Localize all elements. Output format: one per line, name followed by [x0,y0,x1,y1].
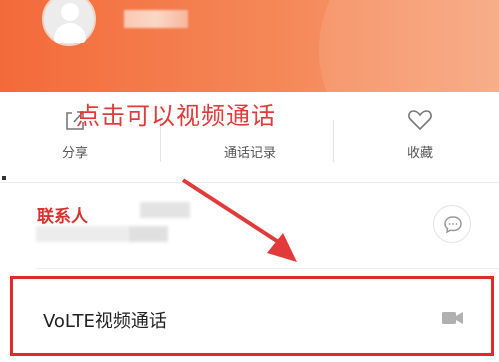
favorite-label: 收藏 [406,146,433,161]
video-camera-icon [441,309,465,331]
redacted-text [140,202,190,218]
heart-icon [407,108,433,136]
dot-marker [2,176,6,180]
volte-video-call-row[interactable]: VoLTE视频通话 [10,276,494,356]
annotation-contact-tag: 联系人 [37,207,88,227]
call-log-label: 通话记录 [223,146,276,161]
contact-name-redacted [124,10,188,28]
volte-label: VoLTE视频通话 [43,311,167,332]
user-avatar-icon[interactable] [42,0,96,46]
action-divider [333,120,334,162]
phone-number-redacted [128,226,168,242]
header-decoration [319,0,499,92]
annotation-tap-to-video-call: 点击可以视频通话 [76,102,276,130]
contact-row[interactable]: 联系人 [0,184,499,268]
message-bubble-icon [444,216,462,234]
favorite-button[interactable]: 收藏 [370,100,470,182]
share-label: 分享 [61,146,88,161]
row-separator [36,268,499,269]
message-button[interactable] [433,205,471,243]
profile-header [0,0,499,92]
phone-number-redacted [36,226,128,242]
